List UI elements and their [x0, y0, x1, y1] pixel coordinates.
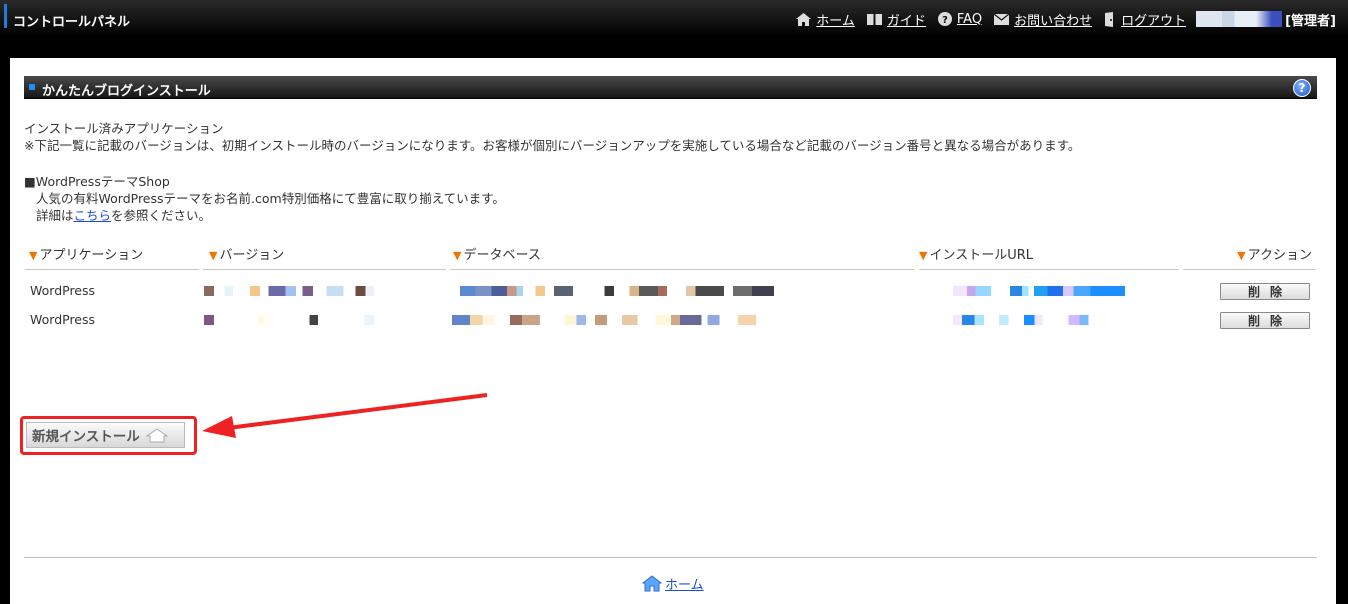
nav-logout-label: ログアウト — [1121, 13, 1187, 29]
footer-home-link[interactable]: ホーム — [642, 574, 704, 593]
top-nav: ホーム ガイド ? FAQ お問い合わせ ログアウト [管理者] — [784, 10, 1336, 29]
header-action: ▼ アクション — [1237, 244, 1312, 263]
row2-application: WordPress — [30, 312, 96, 327]
app-title: コントロールパネル — [13, 15, 131, 30]
title-accent — [4, 4, 7, 28]
row1-database-redacted — [460, 286, 774, 296]
header-install-url-label: インストールURL — [929, 248, 1033, 263]
help-icon[interactable]: ? — [1293, 79, 1311, 97]
nav-home-link[interactable]: ホーム — [796, 10, 855, 29]
header-version: ▼ バージョン — [209, 244, 284, 263]
top-bar: コントロールパネル ホーム ガイド ? FAQ お問い合わせ ログアウト [管理… — [0, 0, 1348, 38]
section-header: かんたんブログインストール ? — [24, 76, 1317, 99]
footer-divider — [24, 557, 1317, 558]
user-role: [管理者] — [1285, 13, 1336, 29]
question-icon: ? — [937, 12, 952, 26]
row2-delete-button[interactable]: 削除 — [1220, 312, 1310, 329]
new-install-button[interactable]: 新規インストール — [26, 422, 185, 448]
row1-version-redacted — [204, 286, 374, 296]
user-box: [管理者] — [1196, 10, 1336, 29]
row1-delete-button[interactable]: 削除 — [1220, 283, 1310, 300]
row2-database-redacted — [452, 315, 756, 325]
new-install-label: 新規インストール — [32, 429, 140, 445]
header-divider — [919, 269, 1179, 270]
version-note: ※下記一覧に記載のバージョンは、初期インストール時のバージョンになります。お客様… — [24, 138, 1081, 153]
row1-application: WordPress — [30, 283, 96, 298]
header-database: ▼ データベース — [453, 244, 541, 263]
section-title: かんたんブログインストール — [42, 84, 211, 99]
sort-triangle-icon: ▼ — [1237, 249, 1246, 262]
annotation-arrow — [202, 393, 488, 438]
row2-version-redacted — [204, 315, 374, 325]
nav-guide-link[interactable]: ガイド — [866, 10, 926, 29]
shop-detail-link[interactable]: こちら — [74, 208, 112, 223]
sort-triangle-icon: ▼ — [209, 249, 218, 262]
header-divider — [1183, 269, 1316, 270]
new-install-highlight: 新規インストール — [20, 416, 197, 455]
nav-guide-label: ガイド — [886, 13, 926, 29]
sort-triangle-icon: ▼ — [453, 249, 462, 262]
header-application-label: アプリケーション — [39, 248, 144, 263]
logout-icon — [1105, 11, 1114, 27]
shop-detail-prefix: 詳細は — [36, 208, 74, 223]
book-icon — [866, 13, 882, 25]
footer-home-label: ホーム — [665, 578, 704, 593]
header-divider — [203, 269, 446, 270]
header-action-label: アクション — [1247, 248, 1312, 263]
sort-triangle-icon: ▼ — [29, 249, 38, 262]
header-install-url: ▼ インストールURL — [919, 244, 1033, 263]
header-divider — [450, 269, 915, 270]
row2-url-redacted — [953, 315, 1107, 325]
sort-triangle-icon: ▼ — [919, 249, 928, 262]
nav-contact-label: お問い合わせ — [1014, 13, 1093, 29]
header-database-label: データベース — [463, 248, 541, 263]
main-panel: かんたんブログインストール ? インストール済みアプリケーション ※下記一覧に記… — [10, 58, 1336, 604]
shop-detail: 詳細はこちらを参照ください。 — [36, 205, 211, 224]
nav-home-label: ホーム — [816, 13, 855, 29]
mail-icon — [994, 13, 1010, 25]
row1-url-redacted — [953, 286, 1125, 296]
nav-logout-link[interactable]: ログアウト — [1104, 10, 1186, 29]
section-marker — [29, 84, 35, 90]
shop-detail-suffix: を参照ください。 — [111, 208, 212, 223]
house-icon — [145, 428, 168, 443]
nav-faq-label: FAQ — [956, 11, 983, 27]
header-application: ▼ アプリケーション — [29, 244, 143, 263]
nav-contact-link[interactable]: お問い合わせ — [994, 10, 1092, 29]
svg-text:?: ? — [942, 15, 948, 26]
username-redacted — [1196, 11, 1283, 27]
home-icon — [642, 575, 662, 592]
header-divider — [25, 269, 199, 270]
header-version-label: バージョン — [219, 248, 285, 263]
nav-faq-link[interactable]: ? FAQ — [937, 11, 983, 27]
home-icon — [796, 12, 812, 26]
